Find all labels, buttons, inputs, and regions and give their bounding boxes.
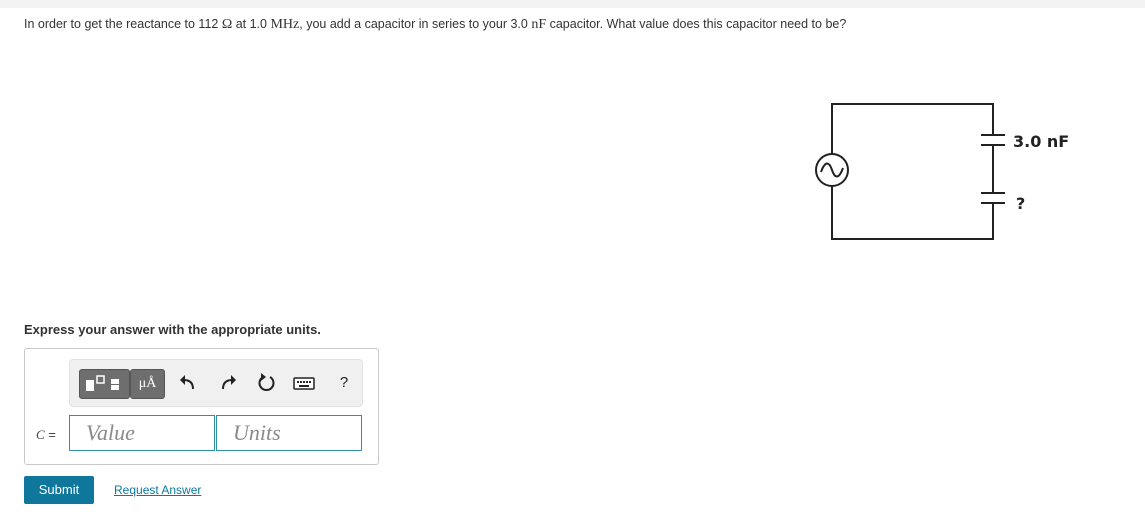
capacitor-1-label: 3.0 nF bbox=[1013, 132, 1069, 151]
capacitor-2-label: ? bbox=[1016, 194, 1025, 213]
capacitor-2 bbox=[981, 192, 1005, 204]
question-text: In order to get the reactance to 112 Ω a… bbox=[24, 17, 847, 32]
request-answer-link[interactable]: Request Answer bbox=[114, 483, 201, 497]
help-icon[interactable]: ? bbox=[332, 369, 356, 397]
value-input[interactable]: Value bbox=[69, 415, 215, 451]
ohm-symbol: Ω bbox=[221, 17, 233, 32]
units-button[interactable]: μÅ bbox=[130, 369, 165, 399]
submit-button[interactable]: Submit bbox=[24, 476, 94, 504]
redo-icon[interactable] bbox=[216, 369, 240, 397]
circuit-wires bbox=[831, 103, 994, 240]
math-toolbar: μÅ ? bbox=[69, 359, 363, 407]
mhz-unit: MHz bbox=[270, 17, 300, 32]
top-band bbox=[0, 0, 1145, 8]
instructions: Express your answer with the appropriate… bbox=[24, 322, 321, 337]
circuit-diagram: 3.0 nF ? bbox=[815, 103, 1069, 240]
templates-button[interactable] bbox=[79, 369, 130, 399]
variable-label: C = bbox=[36, 427, 56, 442]
units-input[interactable]: Units bbox=[216, 415, 362, 451]
templates-icon bbox=[86, 375, 119, 391]
keyboard-icon[interactable] bbox=[292, 369, 316, 397]
undo-icon[interactable] bbox=[176, 369, 200, 397]
reset-icon[interactable] bbox=[254, 369, 278, 397]
capacitor-1 bbox=[981, 134, 1005, 146]
nf-unit: nF bbox=[531, 17, 547, 32]
ac-source-icon bbox=[815, 153, 849, 187]
answer-box: μÅ ? C = Value Units bbox=[24, 348, 379, 465]
